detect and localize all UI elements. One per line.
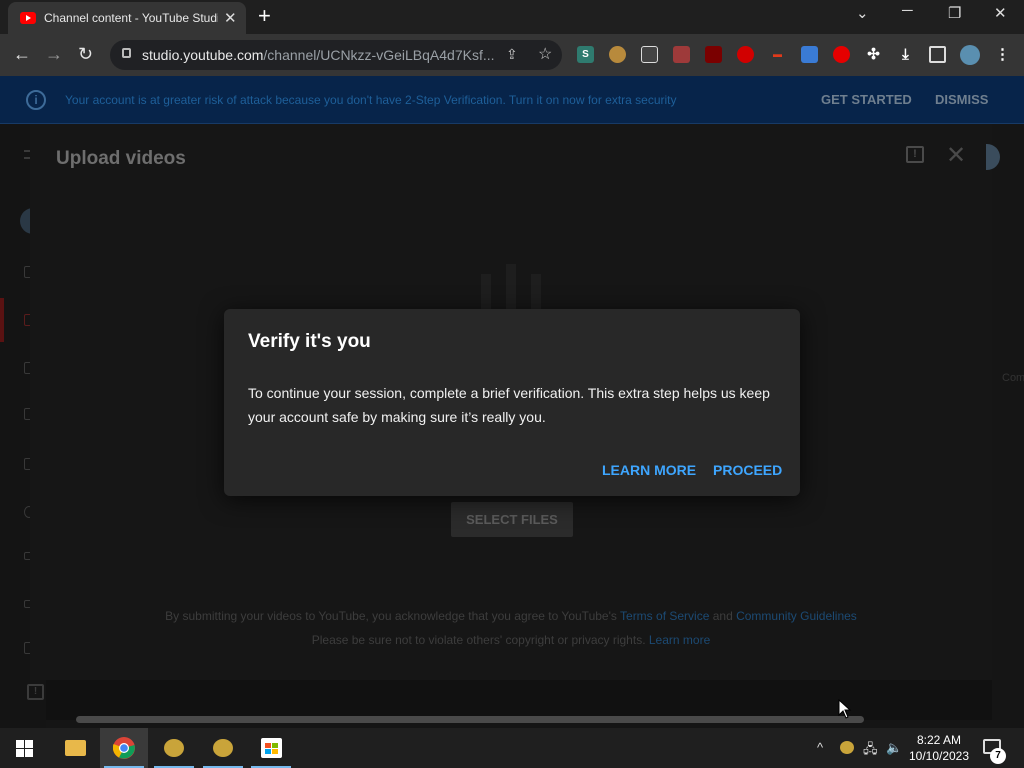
mouse-cursor-icon: [838, 699, 852, 719]
url-text[interactable]: studio.youtube.com/channel/UCNkzz-vGeiLB…: [142, 47, 495, 63]
extension-window-icon[interactable]: [673, 46, 690, 63]
minimize-window-button[interactable]: ─: [902, 2, 913, 19]
profile-avatar[interactable]: [960, 45, 980, 65]
extension-ublock-icon[interactable]: [705, 46, 722, 63]
extension-logo-icon[interactable]: ▬: [769, 46, 786, 63]
dialog-title: Verify it's you: [248, 331, 371, 352]
wasp-app-icon-2: [213, 739, 233, 757]
wasp-app-icon: [164, 739, 184, 757]
proceed-button[interactable]: PROCEED: [713, 462, 782, 478]
tab-search-chevron-icon[interactable]: ⌄: [856, 4, 869, 22]
wasp-tray-icon[interactable]: [840, 741, 854, 754]
lock-icon[interactable]: [122, 48, 131, 58]
youtube-favicon-icon: [20, 12, 36, 24]
rights-notice: Please be sure not to violate others' co…: [30, 633, 992, 647]
terms-prefix-text: By submitting your videos to YouTube, yo…: [165, 609, 617, 623]
clock-time: 8:22 AM: [916, 733, 962, 747]
notification-count-badge: 7: [990, 748, 1006, 764]
verify-dialog: Verify it's you To continue your session…: [224, 309, 800, 496]
url-host: studio.youtube.com: [142, 47, 264, 63]
dismiss-button[interactable]: DISMISS: [935, 92, 988, 107]
extension-translate-icon[interactable]: [801, 46, 818, 63]
extension-cookie-icon[interactable]: [609, 46, 626, 63]
microsoft-store-taskbar-button[interactable]: [247, 728, 295, 768]
close-window-button[interactable]: ✕: [994, 4, 1007, 22]
rights-text: Please be sure not to violate others' co…: [311, 633, 646, 647]
reload-button[interactable]: ↻: [78, 44, 93, 65]
browser-tab-youtube-studio[interactable]: Channel content - YouTube Studio ✕: [8, 2, 246, 34]
terms-and-text: and: [712, 609, 733, 623]
store-bag-icon: [261, 738, 282, 758]
send-feedback-icon[interactable]: !: [27, 684, 44, 700]
active-nav-indicator: [0, 298, 4, 342]
wasp-app-1-taskbar-button[interactable]: [150, 728, 198, 768]
store-logo-blue: [265, 749, 271, 754]
terms-of-service-link[interactable]: Terms of Service: [620, 609, 709, 623]
download-icon[interactable]: ⤓: [897, 46, 914, 63]
upload-arrow-icon: [481, 264, 541, 314]
right-edge-text: Com: [1002, 372, 1024, 384]
share-icon[interactable]: ⇪: [506, 46, 518, 63]
show-hidden-icons-chevron-icon[interactable]: ^: [817, 740, 823, 755]
get-started-button[interactable]: GET STARTED: [821, 92, 912, 107]
clock-date: 10/10/2023: [908, 749, 970, 763]
browser-menu-icon[interactable]: ⋮: [994, 46, 1011, 63]
url-path: /channel/UCNkzz-vGeiLBqA4d7Ksf...: [263, 47, 495, 63]
terms-notice: By submitting your videos to YouTube, yo…: [30, 609, 992, 623]
new-tab-button[interactable]: +: [258, 3, 271, 29]
forward-button[interactable]: →: [45, 44, 63, 65]
windows-taskbar: ^ 🖧 🔈 8:22 AM 10/10/2023 7: [0, 728, 1024, 768]
store-logo-red: [265, 743, 271, 748]
back-button[interactable]: ←: [13, 44, 31, 65]
folder-icon: [65, 740, 86, 756]
tab-close-icon[interactable]: ✕: [224, 9, 237, 27]
wasp-app-2-taskbar-button[interactable]: [199, 728, 247, 768]
address-bar[interactable]: studio.youtube.com/channel/UCNkzz-vGeiLB…: [110, 40, 562, 70]
feedback-icon[interactable]: !: [906, 146, 924, 163]
dialog-body: To continue your session, complete a bri…: [248, 385, 770, 425]
horizontal-scrollbar[interactable]: [76, 716, 864, 723]
extension-record-icon[interactable]: [737, 46, 754, 63]
store-logo-green: [272, 743, 278, 748]
banner-message: Your account is at greater risk of attac…: [65, 93, 677, 107]
store-logo-yellow: [272, 749, 278, 754]
tab-title: Channel content - YouTube Studio: [44, 11, 218, 25]
side-panel-icon[interactable]: [929, 46, 946, 63]
file-explorer-taskbar-button[interactable]: [51, 728, 99, 768]
extension-glasses-icon[interactable]: [641, 46, 658, 63]
chrome-icon: [113, 737, 135, 759]
upload-close-icon[interactable]: ✕: [946, 141, 966, 170]
extension-heart-icon[interactable]: [833, 46, 850, 63]
windows-start-icon[interactable]: [16, 740, 33, 757]
taskbar-clock[interactable]: 8:22 AM 10/10/2023: [905, 732, 973, 764]
browser-toolbar: ← → ↻ studio.youtube.com/channel/UCNkzz-…: [0, 34, 1024, 103]
select-files-button[interactable]: SELECT FILES: [451, 502, 573, 537]
account-avatar-edge[interactable]: [986, 144, 1000, 170]
upload-panel-title: Upload videos: [56, 148, 186, 169]
restore-window-button[interactable]: ❐: [948, 4, 961, 22]
learn-more-button[interactable]: LEARN MORE: [602, 462, 696, 478]
browser-tab-strip: Channel content - YouTube Studio ✕ + ⌄ ─…: [0, 0, 1024, 34]
network-icon[interactable]: 🖧: [863, 740, 878, 762]
bookmark-star-icon[interactable]: ☆: [538, 44, 552, 64]
volume-muted-icon[interactable]: 🔈: [886, 740, 902, 756]
info-icon: i: [26, 90, 46, 110]
extension-s-icon[interactable]: S: [577, 46, 594, 63]
community-guidelines-link[interactable]: Community Guidelines: [736, 609, 857, 623]
learn-more-rights-link[interactable]: Learn more: [649, 633, 710, 647]
two-step-verification-banner: i Your account is at greater risk of att…: [0, 76, 1024, 124]
chrome-taskbar-button[interactable]: [100, 728, 148, 768]
extensions-puzzle-icon[interactable]: ✣: [865, 46, 882, 63]
